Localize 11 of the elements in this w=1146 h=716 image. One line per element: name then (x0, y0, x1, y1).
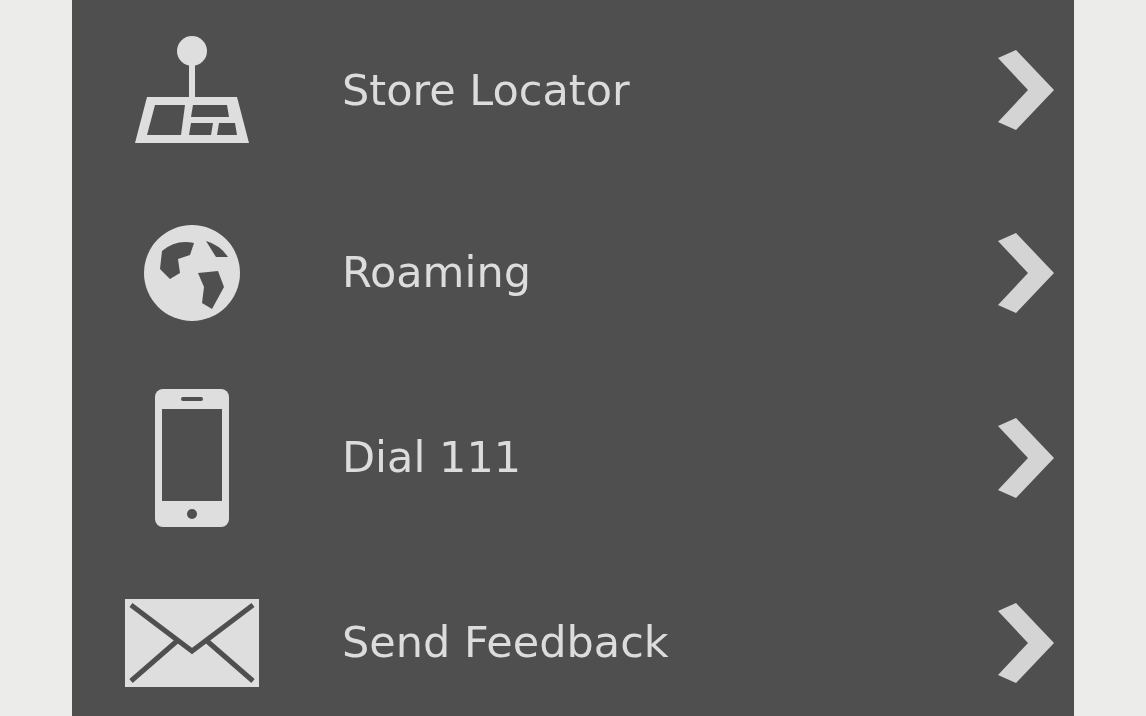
envelope-icon (125, 598, 259, 687)
menu-item[interactable]: Dial 111 (72, 365, 1074, 550)
menu-item[interactable]: Store Locator (72, 0, 1074, 180)
menu-item[interactable]: Send Feedback (72, 550, 1074, 716)
menu-item-label: Send Feedback (342, 616, 670, 670)
phone-icon (153, 386, 231, 529)
map-pin-icon (133, 35, 251, 145)
menu-item[interactable]: Roaming (72, 180, 1074, 365)
menu-item-label: Store Locator (342, 63, 631, 117)
menu-item-label: Dial 111 (342, 431, 523, 485)
menu-item-label: Roaming (342, 246, 532, 300)
